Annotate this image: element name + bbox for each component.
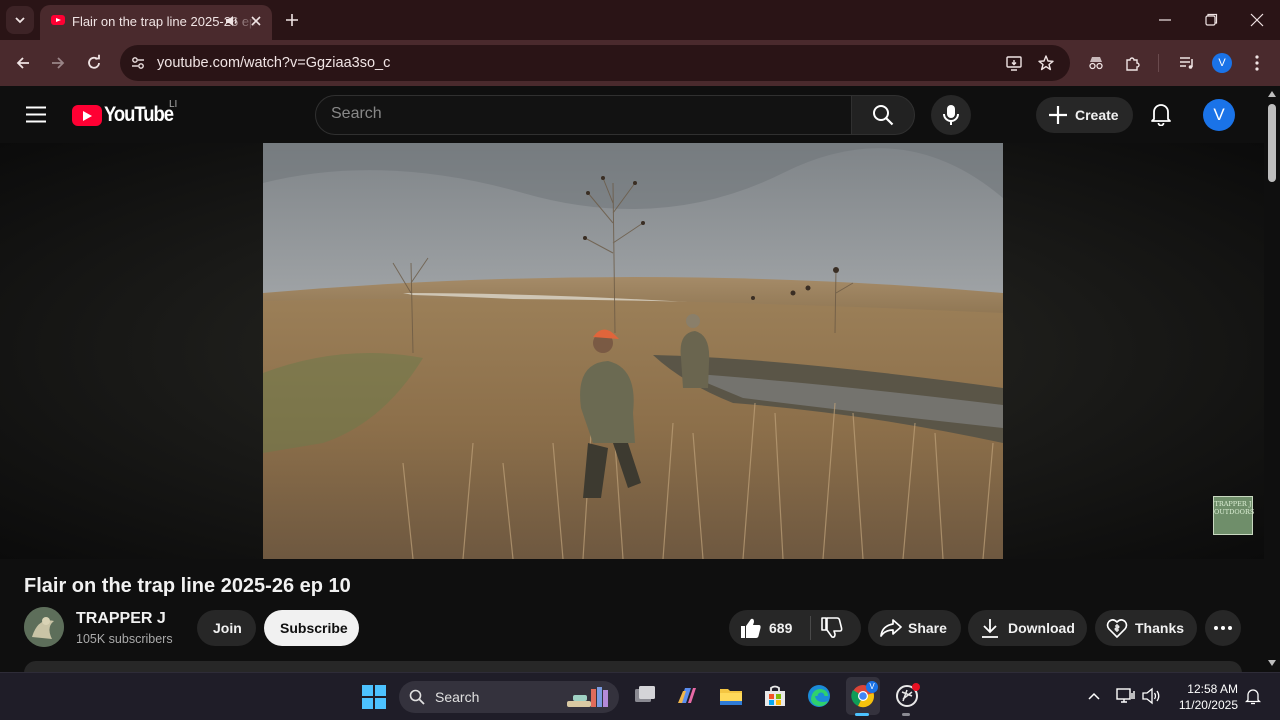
download-label: Download xyxy=(1008,620,1075,636)
minimize-icon[interactable] xyxy=(1158,12,1172,28)
search-icon xyxy=(409,689,425,705)
media-app-icon[interactable] xyxy=(894,683,920,709)
install-app-icon[interactable] xyxy=(1005,54,1023,72)
thanks-label: Thanks xyxy=(1135,620,1185,636)
address-bar[interactable]: youtube.com/watch?v=Ggziaa3so_c xyxy=(120,45,1070,81)
search-field[interactable] xyxy=(315,95,852,135)
hamburger-menu-icon[interactable] xyxy=(26,106,46,123)
reload-icon[interactable] xyxy=(85,54,103,72)
task-view-icon[interactable] xyxy=(632,683,658,709)
channel-watermark[interactable]: TRAPPER J OUTDOORS xyxy=(1213,496,1254,535)
restore-icon[interactable] xyxy=(1204,12,1218,28)
site-info-icon[interactable] xyxy=(130,55,146,71)
subscribe-button[interactable]: Subscribe xyxy=(264,610,359,646)
channel-avatar[interactable] xyxy=(24,607,64,647)
thanks-button[interactable]: Thanks xyxy=(1095,610,1197,646)
search-highlight-books-icon xyxy=(567,687,608,707)
video-player[interactable] xyxy=(263,143,1003,559)
bookmark-star-icon[interactable] xyxy=(1037,54,1055,72)
more-horizontal-icon xyxy=(1214,626,1232,630)
share-button[interactable]: Share xyxy=(868,610,961,646)
windows-start-icon[interactable] xyxy=(362,685,386,709)
country-code: LI xyxy=(169,99,178,110)
notification-center-icon[interactable] xyxy=(1245,687,1261,705)
like-divider xyxy=(810,616,811,640)
browser-tab-active[interactable]: Flair on the trap line 2025-26 ep 10 xyxy=(40,5,272,40)
youtube-logo-text[interactable]: YouTube xyxy=(104,103,174,127)
subscriber-count: 105K subscribers xyxy=(76,632,173,646)
scrollbar-thumb[interactable] xyxy=(1268,104,1276,182)
join-label: Join xyxy=(213,620,242,636)
clock-time: 12:58 AM xyxy=(1187,682,1238,696)
close-tab-icon[interactable] xyxy=(248,13,264,29)
like-thumb-icon[interactable] xyxy=(739,617,763,639)
scroll-up-arrow-icon[interactable] xyxy=(1268,91,1276,97)
voice-search-button[interactable] xyxy=(931,95,971,135)
speaker-icon[interactable] xyxy=(224,13,240,29)
taskbar-search-label: Search xyxy=(435,689,480,705)
create-button[interactable]: Create xyxy=(1036,97,1133,133)
browser-toolbar: youtube.com/watch?v=Ggziaa3so_c xyxy=(0,40,1280,86)
edge-browser-icon[interactable] xyxy=(806,683,832,709)
video-frame-image xyxy=(263,143,1003,559)
download-icon xyxy=(982,619,998,638)
extensions-puzzle-icon[interactable] xyxy=(1124,54,1142,72)
windows-taskbar: Search V 12:58 AM 11/20/2025 xyxy=(0,672,1280,720)
show-hidden-icons-chevron-icon[interactable] xyxy=(1088,691,1100,701)
scroll-down-arrow-icon[interactable] xyxy=(1268,660,1276,666)
like-dislike-bar: 689 xyxy=(729,610,861,646)
microphone-icon xyxy=(943,105,959,125)
video-title: Flair on the trap line 2025-26 ep 10 xyxy=(24,575,351,597)
chrome-profile-badge: V xyxy=(866,681,878,693)
media-controls-icon[interactable] xyxy=(1178,54,1196,72)
super-thanks-heart-icon xyxy=(1106,619,1128,639)
url-text: youtube.com/watch?v=Ggziaa3so_c xyxy=(157,55,391,71)
share-arrow-icon xyxy=(880,619,902,637)
active-app-indicator xyxy=(855,713,869,716)
chrome-menu-icon[interactable] xyxy=(1250,54,1264,72)
new-tab-icon[interactable] xyxy=(283,11,301,29)
account-avatar[interactable]: V xyxy=(1203,99,1235,131)
more-actions-button[interactable] xyxy=(1205,610,1241,646)
toolbar-divider xyxy=(1158,54,1159,72)
file-explorer-icon[interactable] xyxy=(718,683,744,709)
search-icon xyxy=(873,105,894,126)
chrome-profile-avatar[interactable]: V xyxy=(1212,53,1232,73)
create-label: Create xyxy=(1075,107,1119,123)
incognito-extension-icon[interactable] xyxy=(1087,54,1105,72)
subscribe-label: Subscribe xyxy=(280,620,348,636)
tab-search-button[interactable] xyxy=(6,6,34,34)
forward-arrow-icon[interactable] xyxy=(49,54,67,72)
search-button[interactable] xyxy=(851,95,915,135)
plus-icon xyxy=(1049,106,1067,124)
notifications-bell-icon[interactable] xyxy=(1150,102,1172,126)
copilot-icon[interactable] xyxy=(674,683,700,709)
close-window-icon[interactable] xyxy=(1250,12,1264,28)
taskbar-search[interactable]: Search xyxy=(399,681,619,713)
channel-avatar-image xyxy=(24,607,64,647)
download-button[interactable]: Download xyxy=(968,610,1087,646)
chevron-down-icon xyxy=(15,17,25,24)
dislike-thumb-icon[interactable] xyxy=(820,617,844,639)
youtube-favicon-icon xyxy=(51,15,65,25)
share-label: Share xyxy=(908,620,947,636)
clock-date: 11/20/2025 xyxy=(1178,698,1238,712)
microsoft-store-icon[interactable] xyxy=(762,683,788,709)
running-app-indicator xyxy=(902,713,910,716)
volume-icon[interactable] xyxy=(1141,687,1161,705)
browser-tab-strip: Flair on the trap line 2025-26 ep 10 xyxy=(0,0,1280,40)
like-count: 689 xyxy=(769,620,793,636)
network-icon[interactable] xyxy=(1116,687,1136,705)
search-input[interactable] xyxy=(331,105,831,123)
join-button[interactable]: Join xyxy=(197,610,256,646)
youtube-logo-icon[interactable] xyxy=(72,105,102,126)
system-clock[interactable]: 12:58 AM 11/20/2025 xyxy=(1168,681,1238,713)
channel-name[interactable]: TRAPPER J xyxy=(76,610,166,628)
back-arrow-icon[interactable] xyxy=(14,54,32,72)
page-scrollbar[interactable] xyxy=(1264,86,1280,672)
youtube-header: YouTube LI Create V xyxy=(0,86,1264,143)
